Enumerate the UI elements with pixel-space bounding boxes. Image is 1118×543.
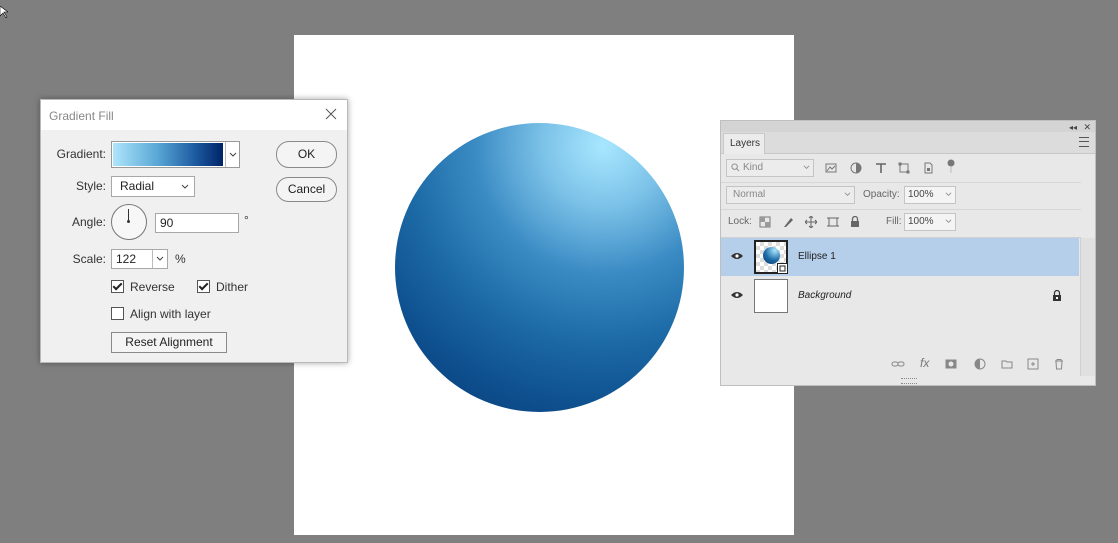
panel-header-strip[interactable]: ◂◂ ✕ <box>721 121 1095 132</box>
scale-unit: % <box>175 252 186 266</box>
cursor-icon <box>0 6 8 18</box>
fill-input[interactable]: 100% <box>904 213 956 231</box>
lock-artboard-icon[interactable] <box>827 216 839 228</box>
adjustment-icon[interactable] <box>974 358 986 370</box>
reverse-checkbox[interactable] <box>111 280 124 293</box>
chevron-down-icon <box>156 256 164 261</box>
lock-row: Lock: Fill: 100% <box>721 212 1081 234</box>
panel-resize-grip[interactable] <box>901 378 917 384</box>
visibility-eye-icon[interactable] <box>731 252 743 260</box>
fx-icon[interactable]: fx <box>920 356 929 370</box>
panel-tab-bar: Layers <box>721 132 1095 154</box>
trash-icon[interactable] <box>1053 358 1065 370</box>
document-canvas[interactable] <box>294 35 794 535</box>
opacity-label: Opacity: <box>863 189 900 200</box>
tab-layers[interactable]: Layers <box>723 133 765 154</box>
opacity-input[interactable]: 100% <box>904 186 956 204</box>
panel-menu-icon[interactable] <box>1079 137 1089 147</box>
filter-row: Kind <box>721 157 1081 179</box>
pixel-filter-icon[interactable] <box>825 162 837 174</box>
lock-image-pixels-icon[interactable] <box>782 216 794 228</box>
smart-object-filter-icon[interactable] <box>922 162 934 174</box>
layer-thumbnail[interactable] <box>754 240 788 274</box>
align-with-layer-label: Align with layer <box>130 307 211 321</box>
style-select[interactable]: Radial <box>111 176 195 197</box>
lock-all-icon[interactable] <box>849 216 861 228</box>
link-icon[interactable] <box>891 358 905 370</box>
lock-position-icon[interactable] <box>805 216 817 228</box>
angle-unit: ° <box>244 213 249 227</box>
ellipse-shape[interactable] <box>395 123 684 412</box>
dither-checkbox[interactable] <box>197 280 210 293</box>
dialog-title: Gradient Fill <box>49 109 114 123</box>
reset-alignment-button[interactable]: Reset Alignment <box>111 332 227 353</box>
reverse-label: Reverse <box>130 280 175 294</box>
close-icon[interactable] <box>325 108 337 120</box>
collapse-icon[interactable]: ◂◂ <box>1069 123 1077 132</box>
layer-thumbnail[interactable] <box>754 279 788 313</box>
adjustment-filter-icon[interactable] <box>850 162 862 174</box>
type-filter-icon[interactable] <box>875 162 887 174</box>
layer-row-background[interactable]: Background <box>721 277 1079 315</box>
layers-bottom-toolbar: fx <box>721 353 1081 375</box>
blend-row: Normal Opacity: 100% <box>721 185 1081 207</box>
cancel-button[interactable]: Cancel <box>276 177 337 202</box>
opacity-value: 100% <box>908 189 934 200</box>
ok-button[interactable]: OK <box>276 141 337 168</box>
chevron-down-icon <box>229 152 237 157</box>
filter-toggle-icon[interactable] <box>945 159 957 175</box>
align-with-layer-checkbox[interactable] <box>111 307 124 320</box>
chevron-down-icon <box>945 219 952 223</box>
scale-dropdown-button[interactable] <box>152 250 167 268</box>
layers-scrollbar[interactable] <box>1080 238 1095 376</box>
dialog-title-bar[interactable]: Gradient Fill <box>41 100 347 130</box>
chevron-down-icon <box>803 165 810 169</box>
chevron-down-icon <box>181 184 189 189</box>
fill-label: Fill: <box>886 216 902 227</box>
angle-value: 90 <box>160 216 174 230</box>
mask-icon[interactable] <box>945 358 957 370</box>
scale-label: Scale: <box>72 252 106 266</box>
gradient-fill-dialog: Gradient Fill Gradient: Style: Radial An… <box>40 99 348 363</box>
angle-input[interactable]: 90 <box>155 213 239 233</box>
blend-mode-value: Normal <box>733 189 766 200</box>
shape-filter-icon[interactable] <box>898 162 910 174</box>
visibility-eye-icon[interactable] <box>731 291 743 299</box>
layer-row-ellipse[interactable]: Ellipse 1 <box>721 238 1079 276</box>
style-label: Style: <box>75 179 106 193</box>
gradient-swatch[interactable] <box>113 143 223 166</box>
gradient-dropdown-button[interactable] <box>225 142 239 167</box>
fill-value: 100% <box>908 216 934 227</box>
new-layer-icon[interactable] <box>1027 358 1039 370</box>
vector-mask-icon <box>777 263 788 274</box>
dither-label: Dither <box>216 280 249 294</box>
chevron-down-icon <box>945 192 952 196</box>
layers-panel: ◂◂ ✕ Layers Kind Normal Opacity: 100% Lo… <box>720 120 1096 386</box>
chevron-down-icon <box>844 192 851 196</box>
lock-icon <box>1053 290 1061 301</box>
scale-input[interactable]: 122 <box>111 249 168 269</box>
search-icon <box>731 163 740 172</box>
folder-icon[interactable] <box>1001 358 1013 370</box>
angle-dial[interactable] <box>111 204 147 240</box>
blend-mode-select[interactable]: Normal <box>726 186 855 204</box>
angle-center <box>127 220 130 223</box>
layer-name[interactable]: Background <box>798 290 851 301</box>
gradient-picker[interactable] <box>111 141 240 168</box>
lock-label: Lock: <box>728 216 752 227</box>
gradient-label: Gradient: <box>56 147 106 161</box>
style-value: Radial <box>120 179 155 193</box>
angle-label: Angle: <box>71 215 106 229</box>
kind-filter-select[interactable]: Kind <box>726 159 814 177</box>
tab-layers-label: Layers <box>730 138 761 149</box>
lock-transparent-pixels-icon[interactable] <box>759 216 771 228</box>
scale-value: 122 <box>116 252 137 266</box>
ellipse-thumbnail-shape <box>763 247 780 264</box>
kind-filter-value: Kind <box>743 162 764 173</box>
layer-name[interactable]: Ellipse 1 <box>798 251 836 262</box>
